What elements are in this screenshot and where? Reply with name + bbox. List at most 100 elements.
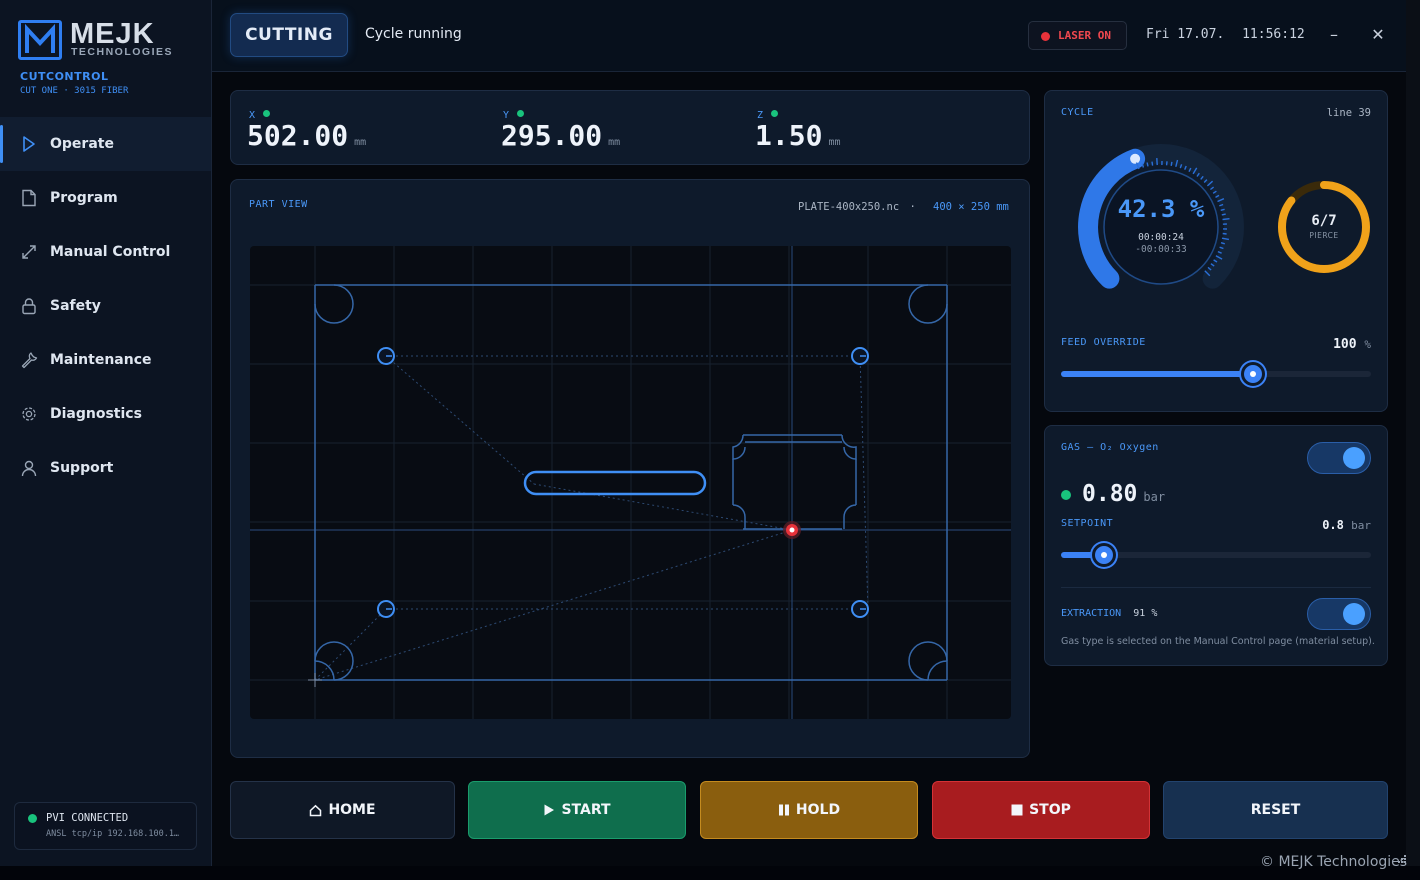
brand-logo: MEJK TECHNOLOGIES — [18, 18, 172, 62]
sidebar-item-diagnostics[interactable]: Diagnostics — [0, 387, 211, 441]
gauge-tick — [1222, 232, 1227, 235]
hold-button[interactable]: HOLD — [700, 781, 918, 839]
axis-x: X 502.00 mm — [247, 103, 366, 152]
cycle-progress-value: 42.3 % — [1117, 195, 1205, 223]
machine-name: CUT ONE · 3015 FIBER — [20, 86, 129, 96]
gauge-tick — [1151, 161, 1154, 166]
footer-bar — [0, 866, 1420, 880]
brand-tagline: TECHNOLOGIES — [71, 46, 174, 58]
sidebar-nav: Operate Program Manual Control Safety Ma… — [0, 117, 211, 495]
machine-state-badge: CUTTING — [230, 13, 348, 57]
gauge-tick — [1146, 162, 1149, 167]
sidebar-item-manual-control[interactable]: Manual Control — [0, 225, 211, 279]
sidebar-item-maintenance[interactable]: Maintenance — [0, 333, 211, 387]
stop-icon — [1011, 804, 1023, 816]
progress-gauge-indicator — [1130, 153, 1141, 164]
toggle-knob — [1343, 447, 1365, 469]
toggle-knob — [1343, 603, 1365, 625]
resize-grip-icon[interactable] — [1396, 855, 1406, 865]
gear-icon — [20, 405, 38, 423]
connection-status: PVI CONNECTED ANSL tcp/ip 192.168.100.1… — [14, 802, 197, 850]
extraction-toggle[interactable] — [1307, 598, 1371, 630]
clock: Fri 17.07. 11:56:12 — [1146, 27, 1305, 42]
sidebar-item-label: Support — [50, 460, 114, 476]
feed-override-value: 100 % — [1333, 337, 1371, 352]
pause-icon — [778, 804, 789, 816]
home-button-label: HOME — [328, 802, 376, 818]
setpoint-thumb[interactable] — [1092, 543, 1117, 567]
play-icon — [544, 804, 555, 816]
axis-y: Y 295.00 mm — [501, 103, 620, 152]
pierce-count: 6/7 — [1311, 213, 1337, 229]
elapsed-time: 00:00:24 — [1138, 232, 1184, 243]
inner-cutout — [732, 434, 857, 530]
logo-mark-icon — [18, 20, 62, 60]
gauge-tick — [1170, 161, 1173, 167]
status-dot — [28, 814, 37, 823]
part-view-card: PART VIEW PLATE-400x250.nc · 400 × 250 m… — [230, 179, 1030, 758]
progress-gauge-center — [1103, 169, 1219, 285]
laser-status-badge: LASER ON — [1028, 21, 1127, 50]
window-edge — [1406, 0, 1420, 866]
minimize-button[interactable]: – — [1324, 24, 1344, 44]
divider — [1061, 587, 1371, 588]
stop-button[interactable]: STOP — [932, 781, 1150, 839]
gas-pressure: 0.80 bar — [1082, 481, 1166, 507]
sidebar: MEJK TECHNOLOGIES CUTCONTROL CUT ONE · 3… — [0, 0, 212, 866]
setpoint-label: SETPOINT — [1061, 518, 1114, 529]
sidebar-item-safety[interactable]: Safety — [0, 279, 211, 333]
feed-override-slider[interactable] — [1061, 362, 1371, 386]
remaining-time: -00:00:33 — [1135, 244, 1187, 255]
home-icon — [310, 804, 322, 816]
laser-dot-icon — [1041, 32, 1050, 41]
machine-state-text: Cycle running — [365, 26, 462, 42]
hold-button-label: HOLD — [795, 802, 841, 818]
gauge-tick — [1222, 218, 1230, 221]
sidebar-item-program[interactable]: Program — [0, 171, 211, 225]
close-button[interactable]: ✕ — [1368, 24, 1388, 44]
wrench-icon — [20, 351, 38, 369]
sidebar-item-label: Manual Control — [50, 244, 171, 260]
gas-note: Gas type is selected on the Manual Contr… — [1061, 636, 1375, 647]
sidebar-item-label: Safety — [50, 298, 101, 314]
stop-button-label: STOP — [1029, 802, 1071, 818]
gas-toggle[interactable] — [1307, 442, 1371, 474]
reset-button[interactable]: RESET — [1163, 781, 1388, 839]
travel-paths — [314, 355, 869, 681]
sidebar-item-operate[interactable]: Operate — [0, 117, 211, 171]
connection-address: ANSL tcp/ip 192.168.100.1… — [46, 829, 180, 839]
connection-title: PVI CONNECTED — [46, 812, 129, 824]
axis-value: 295.00 mm — [501, 119, 621, 152]
part-canvas[interactable] — [250, 246, 1011, 719]
feed-override-fill — [1061, 371, 1254, 377]
cycle-card: CYCLE line 39 42.3 % 00:00:24 -00:00:33 … — [1044, 90, 1388, 412]
clock-time: 11:56:12 — [1242, 27, 1305, 42]
axis-value: 1.50 mm — [755, 119, 841, 152]
play-icon — [20, 135, 38, 153]
pierce-label: PIERCE — [1309, 231, 1339, 240]
axis-z: Z 1.50 mm — [755, 103, 840, 152]
extraction-row: EXTRACTION 91 % — [1061, 608, 1158, 619]
file-icon — [20, 189, 38, 207]
gauge-tick — [1220, 208, 1225, 211]
setpoint-value: 0.8 bar — [1322, 518, 1371, 532]
sidebar-item-label: Operate — [50, 136, 114, 152]
user-icon — [20, 459, 38, 477]
start-button-label: START — [561, 802, 611, 818]
setpoint-slider[interactable] — [1061, 543, 1371, 567]
grid — [250, 246, 1011, 719]
lock-icon — [20, 297, 38, 315]
axis-status-dot — [517, 110, 525, 117]
feed-override-thumb[interactable] — [1241, 362, 1266, 386]
laser-status-label: LASER ON — [1058, 29, 1111, 42]
start-button[interactable]: START — [468, 781, 686, 839]
app-title: CUTCONTROL — [20, 70, 109, 83]
program-file-name: PLATE-400x250.nc · — [798, 201, 916, 213]
header: CUTTING Cycle running LASER ON Fri 17.07… — [212, 0, 1406, 72]
axis-status-dot — [771, 110, 779, 117]
gas-status-dot — [1061, 490, 1071, 500]
sidebar-item-support[interactable]: Support — [0, 441, 211, 495]
home-button[interactable]: HOME — [230, 781, 455, 839]
sidebar-item-label: Program — [50, 190, 118, 206]
reset-button-label: RESET — [1250, 802, 1301, 818]
